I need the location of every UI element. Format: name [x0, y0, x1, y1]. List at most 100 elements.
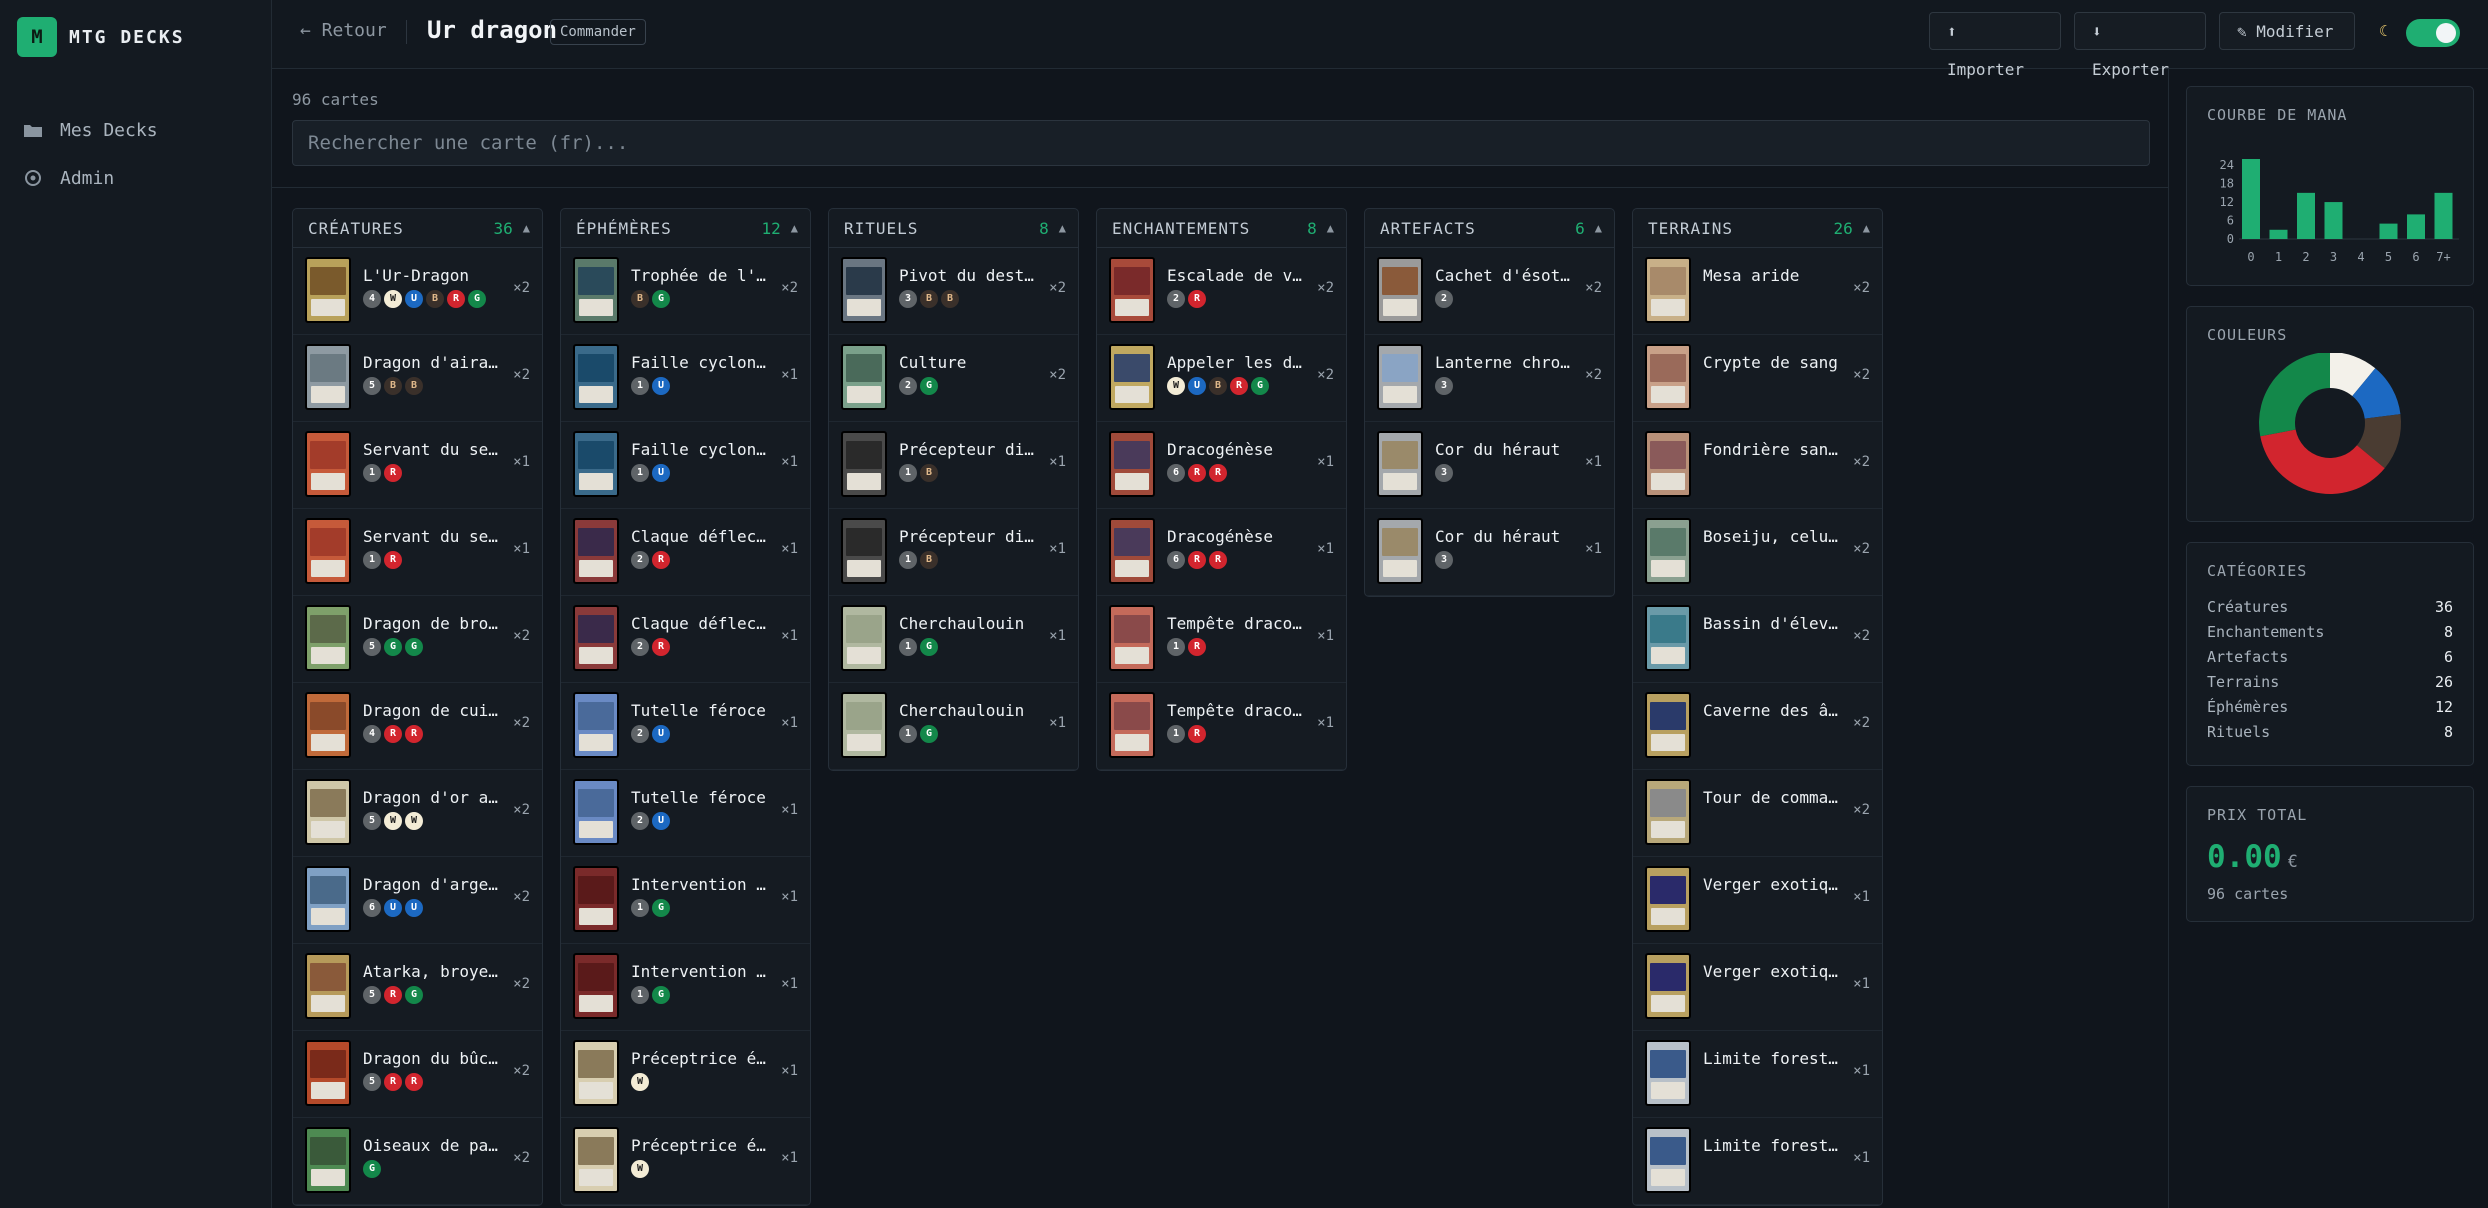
card-row[interactable]: Verger exotique ×1	[1633, 944, 1882, 1031]
column-header[interactable]: RITUELS 8 ▲	[829, 209, 1078, 248]
card-row[interactable]: Intervention héroïque 1G ×1	[561, 857, 810, 944]
card-row[interactable]: Claque déflectrice 2R ×1	[561, 509, 810, 596]
card-row[interactable]: Servant du seigneur dragon 1R ×1	[293, 422, 542, 509]
colors-donut-chart	[2259, 353, 2401, 494]
card-row[interactable]: Dragon d'or ancien5WW×2	[293, 770, 542, 857]
column-title: ENCHANTEMENTS	[1112, 218, 1251, 238]
collapse-caret-icon[interactable]: ▲	[523, 221, 530, 235]
card-quantity: ×2	[513, 1063, 530, 1079]
mana-cost: 2R	[631, 638, 673, 656]
card-row[interactable]: Tempête draconique 1R ×1	[1097, 683, 1346, 770]
card-row[interactable]: Cachet d'ésotérisme 2 ×2	[1365, 248, 1614, 335]
x-tick-label: 2	[2302, 250, 2309, 264]
column-header[interactable]: CRÉATURES 36 ▲	[293, 209, 542, 248]
column-header[interactable]: TERRAINS 26 ▲	[1633, 209, 1882, 248]
card-quantity: ×2	[513, 976, 530, 992]
card-row[interactable]: Cor du héraut 3 ×1	[1365, 422, 1614, 509]
collapse-caret-icon[interactable]: ▲	[1595, 221, 1602, 235]
export-button[interactable]: ⬇ Exporter	[2074, 12, 2206, 79]
collapse-caret-icon[interactable]: ▲	[1863, 221, 1870, 235]
card-row[interactable]: Dragon d'airain 5 B B ×2	[293, 335, 542, 422]
column-header[interactable]: ENCHANTEMENTS 8 ▲	[1097, 209, 1346, 248]
card-row[interactable]: Servant du seigneur dragon 1R ×1	[293, 509, 542, 596]
column-header[interactable]: ARTEFACTS 6 ▲	[1365, 209, 1614, 248]
card-row[interactable]: Intervention héroïque 1G ×1	[561, 944, 810, 1031]
card-row[interactable]: Escalade de violence 2R ×2	[1097, 248, 1346, 335]
card-row[interactable]: Tour de commandement ×2	[1633, 770, 1882, 857]
card-row[interactable]: Mesa aride ×2	[1633, 248, 1882, 335]
mana-cost: 2R	[1167, 290, 1209, 308]
card-name: Préceptrice écarlate	[631, 1049, 771, 1068]
card-row[interactable]: L'Ur-Dragon 4 W U B R G ×2	[293, 248, 542, 335]
card-thumbnail	[841, 518, 887, 584]
card-row[interactable]: Lanterne chromatique 3 ×2	[1365, 335, 1614, 422]
import-button[interactable]: ⬆ Importer	[1929, 12, 2061, 79]
card-row[interactable]: Caverne des âmes ×2	[1633, 683, 1882, 770]
card-row[interactable]: Précepteur diabolique 1B ×1	[829, 509, 1078, 596]
card-row[interactable]: Cor du héraut 3 ×1	[1365, 509, 1614, 596]
mana-symbol: G	[468, 290, 486, 308]
card-row[interactable]: Dragon de cuivre 4 R R ×2	[293, 683, 542, 770]
card-row[interactable]: Dragon du bûcher 5 R R ×2	[293, 1031, 542, 1118]
card-row[interactable]: Dragon de bronze 5 G G ×2	[293, 596, 542, 683]
card-row[interactable]: Préceptrice écarlate W ×1	[561, 1118, 810, 1205]
card-row[interactable]: Dragon d'argent 6 U U ×2	[293, 857, 542, 944]
card-row[interactable]: Tempête draconique 1R ×1	[1097, 596, 1346, 683]
card-row[interactable]: Dracogénèse 6 R R ×1	[1097, 509, 1346, 596]
card-name: Dragon de bronze	[363, 614, 503, 633]
category-label: Éphémères	[2207, 698, 2289, 716]
card-row[interactable]: Atarka, broyeur de mondes 5RG ×2	[293, 944, 542, 1031]
category-value: 12	[2434, 698, 2453, 716]
card-row[interactable]: Faille cyclonique 1U ×1	[561, 422, 810, 509]
card-row[interactable]: Précepteur diabolique 1B ×1	[829, 422, 1078, 509]
card-row[interactable]: Boseiju, celui qui abrite ×2	[1633, 509, 1882, 596]
card-row[interactable]: Fondrière sanglante ×2	[1633, 422, 1882, 509]
mana-symbol: R	[405, 1073, 423, 1091]
mana-symbol: W	[405, 812, 423, 830]
card-row[interactable]: Faille cyclonique 1U ×1	[561, 335, 810, 422]
back-link[interactable]: ← Retour	[300, 20, 387, 41]
card-row[interactable]: Tutelle féroce 2 U ×1	[561, 770, 810, 857]
card-row[interactable]: Limite forestière ×1	[1633, 1031, 1882, 1118]
card-row[interactable]: Cherchaulouin 1 G ×1	[829, 596, 1078, 683]
mana-symbol: R	[1230, 377, 1248, 395]
mana-cost: 1G	[631, 986, 673, 1004]
slice-G	[2259, 353, 2330, 437]
card-row[interactable]: Crypte de sang ×2	[1633, 335, 1882, 422]
card-name: Dracogénèse	[1167, 440, 1273, 459]
sidebar-item-admin[interactable]: Admin	[22, 154, 158, 202]
card-row[interactable]: Appeler les dragons WUBRG ×2	[1097, 335, 1346, 422]
card-row[interactable]: Préceptrice écarlate W ×1	[561, 1031, 810, 1118]
mana-symbol: B	[384, 377, 402, 395]
collapse-caret-icon[interactable]: ▲	[791, 221, 798, 235]
card-row[interactable]: Claque déflectrice 2R ×1	[561, 596, 810, 683]
mana-symbol: R	[652, 638, 670, 656]
collapse-caret-icon[interactable]: ▲	[1059, 221, 1066, 235]
card-row[interactable]: Culture 2 G ×2	[829, 335, 1078, 422]
category-row: Créatures 36	[2207, 598, 2453, 623]
search-input[interactable]	[292, 120, 2150, 166]
card-row[interactable]: Trophée de l'assassin BG ×2	[561, 248, 810, 335]
card-row[interactable]: Pivot du destin 3 B B ×2	[829, 248, 1078, 335]
column-header[interactable]: ÉPHÉMÈRES 12 ▲	[561, 209, 810, 248]
edit-button[interactable]: ✎ Modifier	[2219, 12, 2355, 50]
deck-title: Ur dragon	[427, 16, 558, 44]
sidebar-item-mes-decks[interactable]: Mes Decks	[22, 106, 158, 154]
y-tick-label: 12	[2220, 195, 2234, 209]
theme-toggle[interactable]	[2406, 19, 2460, 47]
card-row[interactable]: Oiseaux de paradis G ×2	[293, 1118, 542, 1205]
mana-cost: G	[363, 1160, 384, 1178]
collapse-caret-icon[interactable]: ▲	[1327, 221, 1334, 235]
card-row[interactable]: Bassin d'élevage ×2	[1633, 596, 1882, 683]
card-row[interactable]: Tutelle féroce 2 U ×1	[561, 683, 810, 770]
topbar: ← Retour Ur dragon Commander ⬆ Importer …	[272, 0, 2488, 79]
mana-symbol: G	[920, 638, 938, 656]
mana-symbol: 2	[899, 377, 917, 395]
column-count: 8	[1039, 218, 1049, 238]
card-row[interactable]: Limite forestière ×1	[1633, 1118, 1882, 1205]
y-tick-label: 0	[2227, 232, 2234, 246]
card-row[interactable]: Verger exotique ×1	[1633, 857, 1882, 944]
card-row[interactable]: Cherchaulouin 1 G ×1	[829, 683, 1078, 770]
card-row[interactable]: Dracogénèse 6 R R ×1	[1097, 422, 1346, 509]
brand[interactable]: M MTG DECKS	[17, 17, 185, 57]
